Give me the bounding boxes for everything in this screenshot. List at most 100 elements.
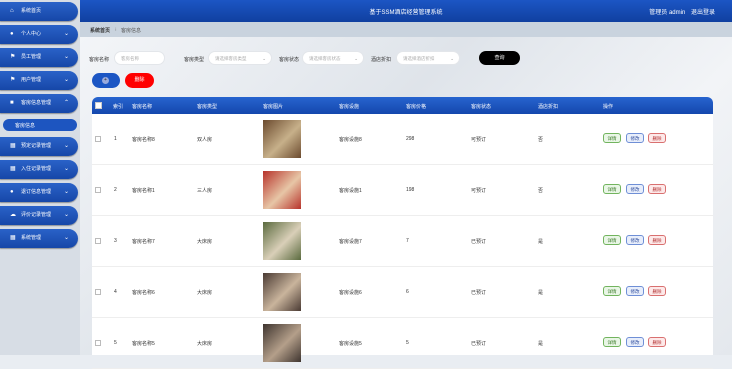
chevron-down-icon: ⌄ [63,212,69,218]
cell-status: 可预订 [471,188,487,194]
home-icon: ⌂ [10,8,14,14]
app-title: 基于SSM酒店经营管理系统 [369,10,443,16]
cell-facility: 客房设施7 [339,239,362,245]
detail-button[interactable]: 详情 [603,133,621,143]
cell-name: 客房名称8 [132,137,155,143]
grid-icon: ▦ [10,235,16,241]
edit-button[interactable]: 修改 [626,235,644,245]
room-image [263,120,301,158]
room-type-select[interactable]: 请选择客房类型 ⌄ [208,51,272,65]
table-header: 索引 客房名称 客房类型 客房图片 客房设施 客房价格 客房状态 酒店折扣 操作 [92,97,713,114]
table-row: 1 客房名称8 双人房 客房设施8 298 可预订 否 详情 修改 删除 [92,114,713,165]
room-name-input[interactable]: 客房名称 [114,51,165,65]
sidebar-item-staff[interactable]: ⚑ 员工管理 ⌄ [0,48,78,67]
room-status-select[interactable]: 请选择客房状态 ⌄ [302,51,364,65]
main-content: 客房名称 客房名称 客房类型 请选择客房类型 ⌄ 客房状态 请选择客房状态 ⌄ … [80,37,732,369]
delete-button[interactable]: 删除 [648,184,666,194]
column-header-type: 客房类型 [197,104,218,110]
cell-index: 1 [114,136,117,142]
discount-label: 酒店折扣 [371,57,392,63]
detail-button[interactable]: 详情 [603,337,621,347]
room-name-label: 客房名称 [89,57,110,63]
delete-button[interactable]: 删除 [648,235,666,245]
chevron-down-icon: ⌄ [262,56,266,61]
sidebar-subitem-label: 客房信息 [15,123,36,129]
logout-link[interactable]: 退出登录 [691,10,715,16]
room-image [263,273,301,311]
breadcrumb-separator-icon: ⁝ [115,27,117,33]
sidebar-item-label: 入住记录管理 [21,166,52,172]
column-header-price: 客房价格 [406,104,427,110]
cell-discount: 是 [538,341,544,347]
breadcrumb-home[interactable]: 系统首页 [90,27,110,34]
sidebar-item-label: 客房信息管理 [21,100,52,106]
sidebar-item-reviews[interactable]: ☁ 评价记录管理 ⌄ [0,206,78,225]
sidebar-item-bookings[interactable]: ▦ 预定记录管理 ⌄ [0,137,78,156]
row-checkbox[interactable] [95,340,101,346]
edit-button[interactable]: 修改 [626,184,644,194]
cell-price: 7 [406,238,409,244]
add-button[interactable]: + [92,73,120,88]
sidebar-item-label: 评价记录管理 [21,212,52,218]
delete-button[interactable]: 删除 [648,133,666,143]
cell-facility: 客房设施8 [339,137,362,143]
room-type-placeholder: 请选择客房类型 [215,56,247,61]
delete-button[interactable]: 删除 [648,286,666,296]
sidebar-item-checkins[interactable]: ▦ 入住记录管理 ⌄ [0,160,78,179]
edit-button[interactable]: 修改 [626,133,644,143]
flag-icon: ⚑ [10,77,16,83]
room-status-label: 客房状态 [279,57,300,63]
search-button[interactable]: 查询 [479,51,520,65]
cell-price: 198 [406,187,415,193]
cloud-icon: ☁ [10,212,16,218]
sidebar-item-profile[interactable]: ● 个人中心 ⌄ [0,25,78,44]
sidebar-item-home[interactable]: ⌂ 系统首页 [0,2,78,21]
edit-button[interactable]: 修改 [626,337,644,347]
cell-facility: 客房设施5 [339,341,362,347]
row-checkbox[interactable] [95,238,101,244]
detail-button[interactable]: 详情 [603,286,621,296]
row-checkbox[interactable] [95,187,101,193]
column-header-image: 客房图片 [263,104,284,110]
column-header-facility: 客房设施 [339,104,360,110]
cell-index: 2 [114,187,117,193]
detail-button[interactable]: 详情 [603,235,621,245]
grid-icon: ▦ [10,166,16,172]
sidebar-item-label: 系统首页 [21,8,42,14]
column-header-actions: 操作 [603,104,614,110]
room-image [263,324,301,362]
discount-select[interactable]: 请选择酒店折扣 ⌄ [396,51,460,65]
room-image [263,171,301,209]
chevron-down-icon: ⌄ [354,56,358,61]
cell-price: 5 [406,340,409,346]
delete-button[interactable]: 删除 [648,337,666,347]
table-row: 5 客房名称5 大床房 客房设施5 5 已预订 是 详情 修改 删除 [92,318,713,369]
chevron-down-icon: ⌄ [63,166,69,172]
detail-button[interactable]: 详情 [603,184,621,194]
sidebar-item-users[interactable]: ⚑ 用户管理 ⌄ [0,71,78,90]
sidebar-item-cancellations[interactable]: ● 退订信息管理 ⌄ [0,183,78,202]
sidebar-item-label: 系统管理 [21,235,42,241]
column-header-discount: 酒店折扣 [538,104,559,110]
cell-discount: 否 [538,188,544,194]
breadcrumb: 系统首页 ⁝ 客房信息 [80,22,732,37]
table-row: 4 客房名称6 大床房 客房设施6 6 已预订 是 详情 修改 删除 [92,267,713,318]
room-image [263,222,301,260]
row-checkbox[interactable] [95,289,101,295]
sidebar: ⌂ 系统首页 ● 个人中心 ⌄ ⚑ 员工管理 ⌄ ⚑ 用户管理 ⌄ ■ 客房信息… [0,0,80,355]
select-all-checkbox[interactable] [95,102,102,109]
breadcrumb-current: 客房信息 [121,28,142,34]
cell-status: 已预订 [471,341,487,347]
chevron-down-icon: ⌄ [63,31,69,37]
sidebar-item-rooms[interactable]: ■ 客房信息管理 ⌃ [0,94,78,113]
cell-name: 客房名称1 [132,188,155,194]
cell-price: 298 [406,136,415,142]
batch-delete-button[interactable]: 删除 [125,73,154,88]
edit-button[interactable]: 修改 [626,286,644,296]
cell-facility: 客房设施6 [339,290,362,296]
sidebar-item-system[interactable]: ▦ 系统管理 ⌄ [0,229,78,248]
sidebar-subitem-room-info[interactable]: 客房信息 [3,119,77,131]
cell-discount: 否 [538,137,544,143]
row-checkbox[interactable] [95,136,101,142]
cell-status: 可预订 [471,137,487,143]
